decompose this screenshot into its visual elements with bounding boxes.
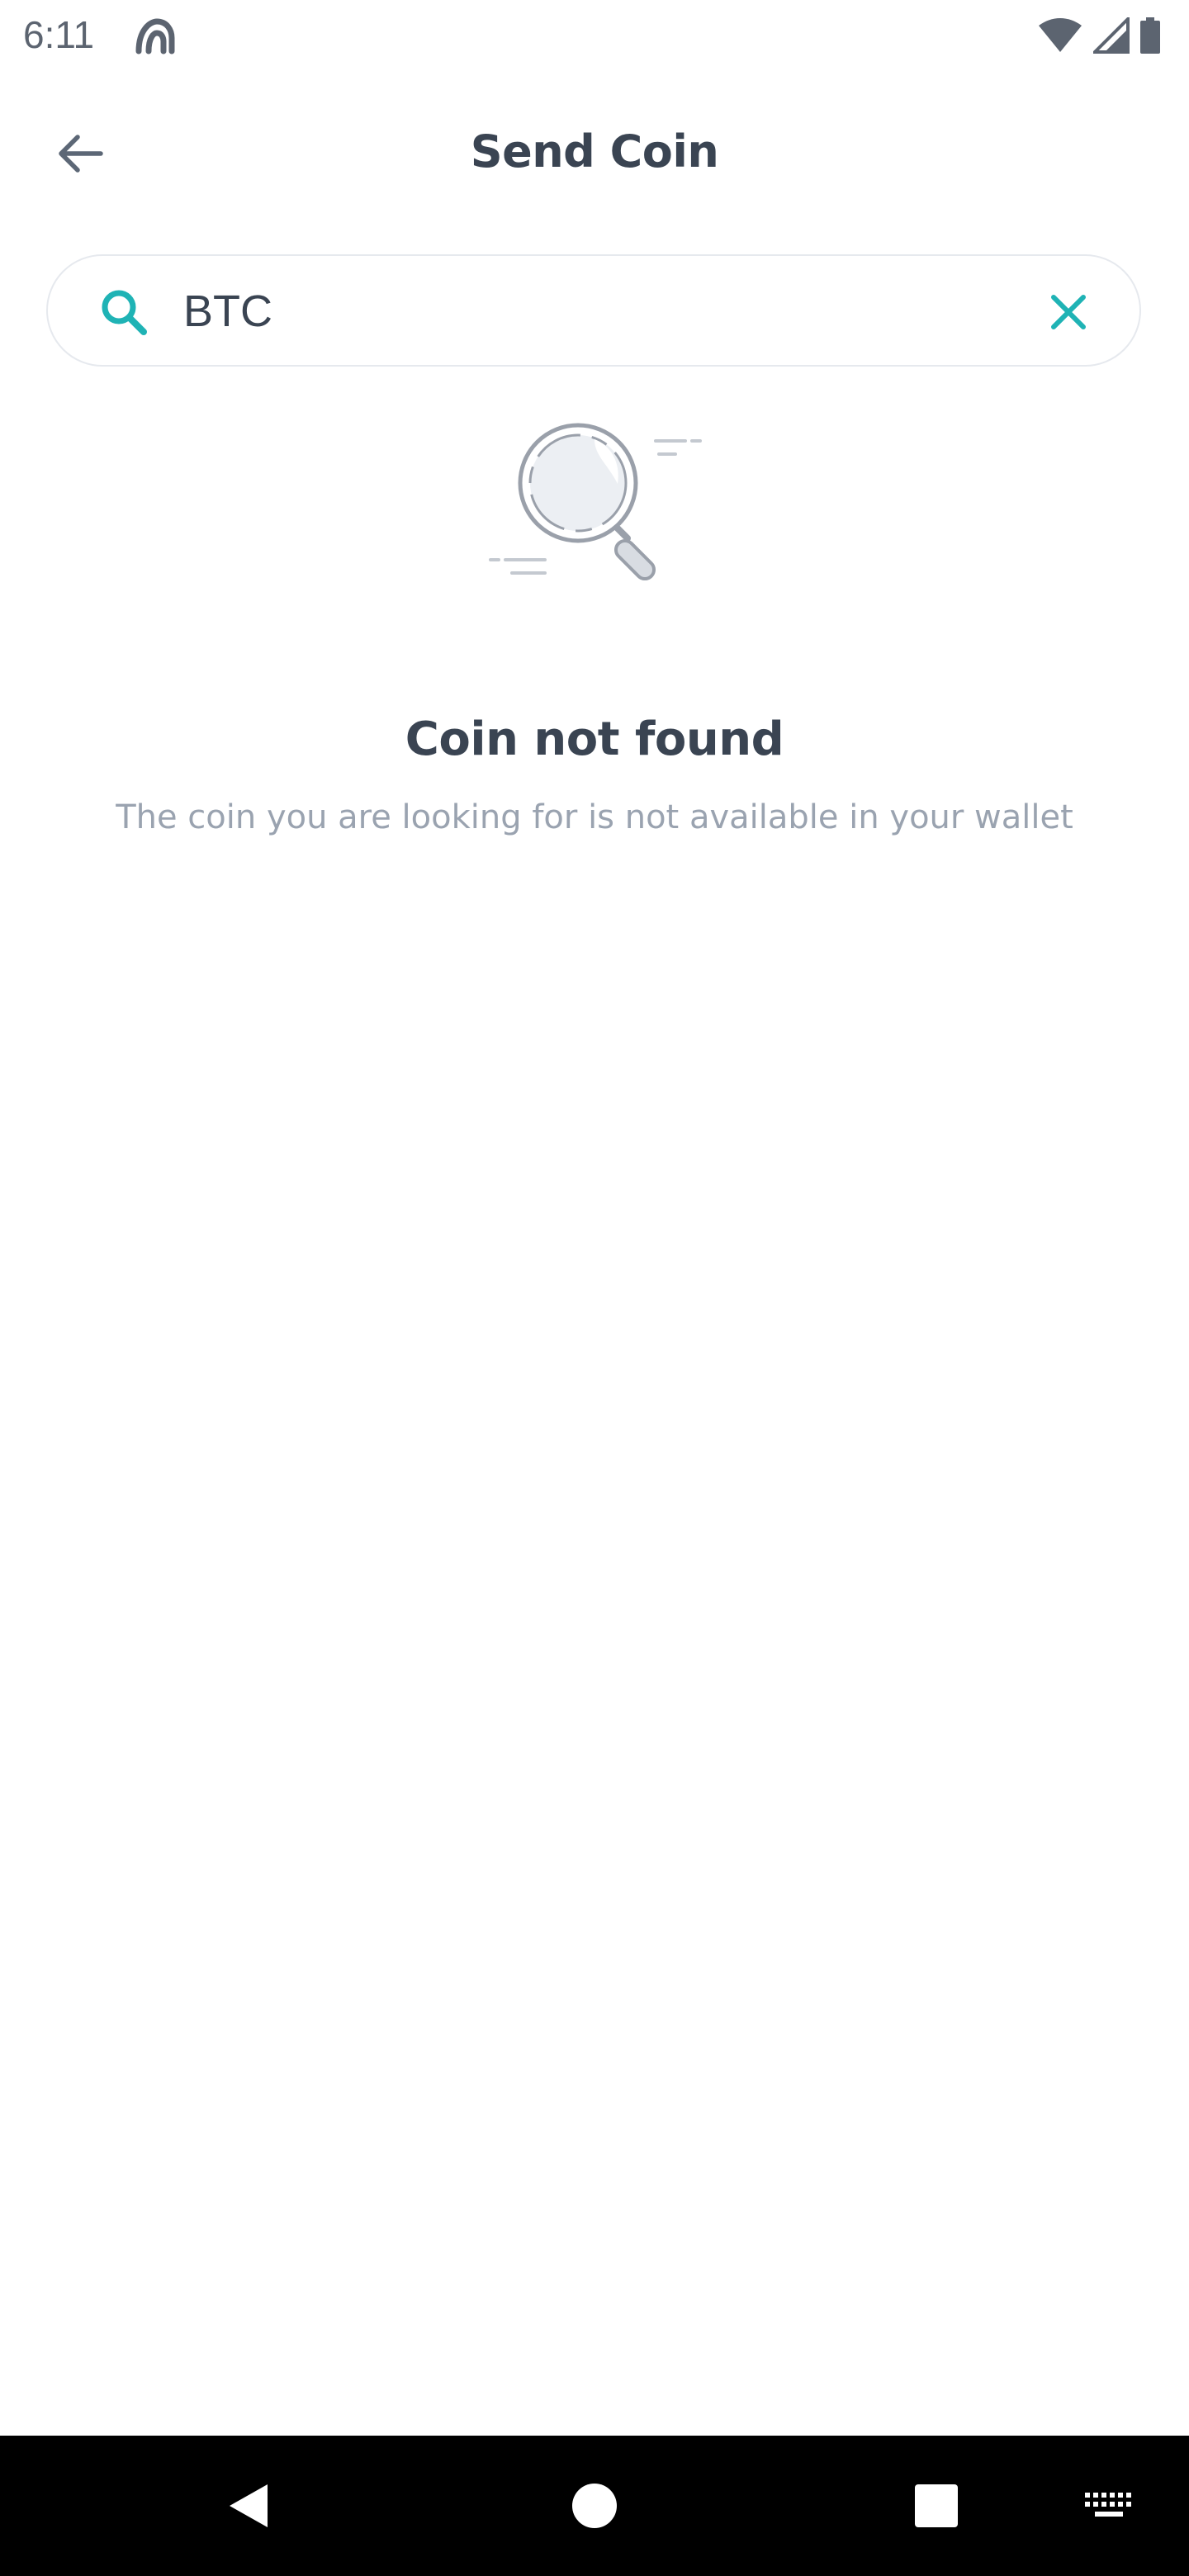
app-bar: Send Coin (0, 83, 1189, 218)
recents-square-icon (915, 2484, 958, 2527)
home-circle-icon (572, 2484, 617, 2528)
nav-keyboard-button[interactable] (1077, 2473, 1143, 2539)
magnifier-illustration-icon (489, 423, 702, 581)
search-icon (102, 290, 147, 335)
app-notification-icon (135, 18, 175, 54)
nav-back-button[interactable] (216, 2473, 282, 2539)
search-bar[interactable] (46, 254, 1141, 367)
empty-state-message: The coin you are looking for is not avai… (116, 798, 1073, 836)
search-input[interactable] (183, 274, 1009, 348)
keyboard-icon (1085, 2493, 1131, 2517)
nav-home-button[interactable] (561, 2473, 628, 2539)
close-icon (1051, 295, 1086, 329)
cell-signal-icon (1093, 17, 1130, 54)
page-title: Send Coin (470, 125, 719, 178)
wifi-icon (1039, 18, 1082, 52)
battery-icon (1140, 17, 1160, 54)
nav-recents-button[interactable] (903, 2473, 969, 2539)
system-nav-bar (0, 2436, 1189, 2576)
status-bar: 6:11 (0, 0, 1189, 71)
send-coin-screen: 6:11 Send Coin BTC Coin not found The co… (0, 0, 1189, 2576)
back-triangle-icon (230, 2484, 268, 2527)
clear-search-button[interactable] (1037, 281, 1100, 343)
status-icons (1037, 15, 1161, 56)
status-time: 6:11 (23, 13, 95, 56)
empty-state-title: Coin not found (405, 713, 784, 766)
